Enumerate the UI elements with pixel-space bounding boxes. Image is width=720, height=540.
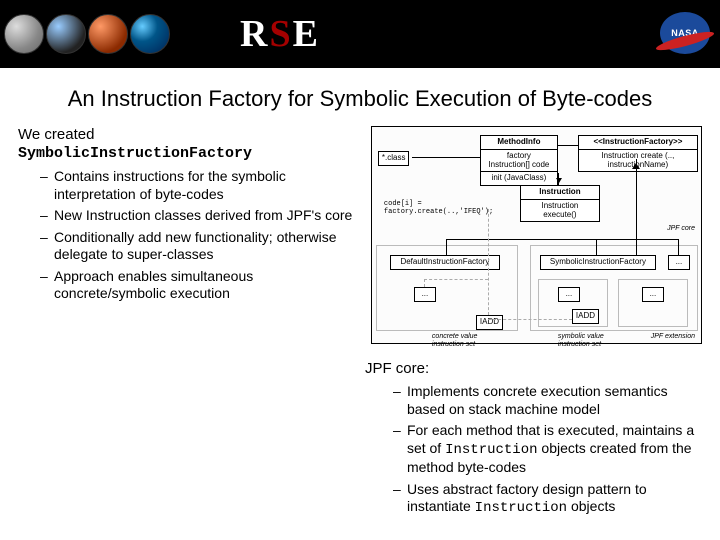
bullet-item: For each method that is executed, mainta… bbox=[393, 422, 702, 477]
methodinfo-box: MethodInfo factory Instruction[] code in… bbox=[480, 135, 558, 186]
line bbox=[446, 239, 447, 255]
lower-spacer bbox=[18, 354, 365, 522]
instrfactory-stereo: <<InstructionFactory>> bbox=[593, 137, 682, 146]
dashed-line bbox=[488, 209, 489, 315]
line bbox=[412, 157, 480, 158]
planet-dark-icon bbox=[46, 14, 86, 54]
moon-icon bbox=[4, 14, 44, 54]
methodinfo-line2: Instruction[] code bbox=[484, 161, 554, 170]
rse-s: S bbox=[269, 13, 292, 55]
instruction-box: Instruction Instruction execute() bbox=[520, 185, 600, 222]
dots-box-2: ... bbox=[558, 287, 580, 302]
instruction-method: Instruction execute() bbox=[524, 202, 596, 220]
bullet-code: Instruction bbox=[445, 442, 537, 458]
concrete-label: concrete value instruction set bbox=[432, 333, 478, 348]
dashed-line bbox=[488, 319, 572, 320]
rse-e: E bbox=[293, 13, 320, 55]
slide-body: We created SymbolicInstructionFactory Co… bbox=[0, 126, 720, 344]
line bbox=[446, 239, 678, 240]
architecture-diagram: *.class MethodInfo factory Instruction[]… bbox=[371, 126, 702, 344]
ellipsis-factory-box: ... bbox=[668, 255, 690, 270]
lower-bullet-list: Implements concrete execution semantics … bbox=[365, 383, 702, 518]
planet-row bbox=[4, 14, 170, 54]
bullet-item: Implements concrete execution semantics … bbox=[393, 383, 702, 418]
left-bullet-list: Contains instructions for the symbolic i… bbox=[18, 168, 365, 303]
lower-section: JPF core: Implements concrete execution … bbox=[0, 344, 720, 522]
iadd-box-1: IADD bbox=[476, 315, 503, 330]
methodinfo-line3: init (JavaClass) bbox=[484, 174, 554, 183]
arrow bbox=[558, 173, 559, 185]
class-name: SymbolicInstructionFactory bbox=[18, 145, 365, 162]
bullet-text: Implements concrete execution semantics … bbox=[407, 383, 668, 417]
bullet-item: Conditionally add new functionality; oth… bbox=[40, 229, 365, 264]
left-column: We created SymbolicInstructionFactory Co… bbox=[18, 126, 365, 344]
bullet-code: Instruction bbox=[475, 500, 567, 516]
dots-box-1: ... bbox=[414, 287, 436, 302]
bullet-item: New Instruction classes derived from JPF… bbox=[40, 207, 365, 225]
nasa-text: NASA bbox=[671, 28, 699, 38]
line bbox=[636, 159, 637, 255]
code-snippet: code[i] = factory.create(..,'IFEQ'); bbox=[384, 201, 493, 216]
mars-icon bbox=[88, 14, 128, 54]
rse-logo: RSE bbox=[240, 12, 320, 56]
jpf-ext-label: JPF extension bbox=[651, 333, 695, 341]
earth-icon bbox=[130, 14, 170, 54]
line bbox=[596, 239, 597, 255]
bullet-item: Contains instructions for the symbolic i… bbox=[40, 168, 365, 203]
dashed-line bbox=[424, 279, 488, 280]
class-file-box: *.class bbox=[378, 151, 410, 166]
slide-title: An Instruction Factory for Symbolic Exec… bbox=[10, 86, 710, 112]
tri-icon bbox=[632, 159, 640, 169]
dots-box-3: ... bbox=[642, 287, 664, 302]
code-line2: factory.create(..,'IFEQ'); bbox=[384, 209, 493, 217]
dashed-line bbox=[424, 279, 425, 287]
instruction-title: Instruction bbox=[539, 187, 580, 196]
bullet-item: Approach enables simultaneous concrete/s… bbox=[40, 268, 365, 303]
rse-r: R bbox=[240, 13, 269, 55]
bullet-text: objects bbox=[567, 498, 615, 514]
slide-header: RSE NASA bbox=[0, 0, 720, 68]
line bbox=[558, 145, 578, 146]
line bbox=[678, 239, 679, 255]
intro-text: We created bbox=[18, 126, 365, 143]
lower-right: JPF core: Implements concrete execution … bbox=[365, 354, 702, 522]
jpf-core-heading: JPF core: bbox=[365, 360, 702, 377]
symbolic-factory-box: SymbolicInstructionFactory bbox=[540, 255, 656, 270]
jpf-core-label: JPF core bbox=[667, 225, 695, 233]
methodinfo-title: MethodInfo bbox=[497, 137, 540, 146]
default-factory-box: DefaultInstructionFactory bbox=[390, 255, 500, 270]
nasa-logo-icon: NASA bbox=[660, 12, 710, 54]
symbolic-label: symbolic value instruction set bbox=[558, 333, 604, 348]
bullet-item: Uses abstract factory design pattern to … bbox=[393, 481, 702, 518]
iadd-box-2: IADD bbox=[572, 309, 599, 324]
